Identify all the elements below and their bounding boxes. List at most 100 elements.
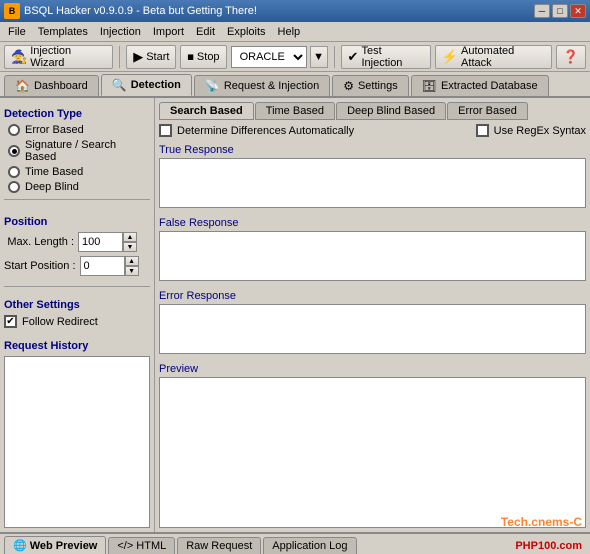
preview-box bbox=[159, 377, 586, 528]
test-injection-button[interactable]: ✔ Test Injection bbox=[341, 45, 431, 69]
error-response-section: Error Response bbox=[159, 290, 586, 357]
determine-diff-item[interactable]: Determine Differences Automatically bbox=[159, 124, 354, 137]
help-button[interactable]: ❓ bbox=[556, 45, 586, 69]
history-box bbox=[4, 356, 150, 528]
minimize-button[interactable]: ─ bbox=[534, 4, 550, 18]
false-response-textarea[interactable] bbox=[159, 231, 586, 281]
start-position-spin: ▲ ▼ bbox=[125, 256, 139, 276]
tab-detection-label: Detection bbox=[131, 79, 181, 91]
use-regex-item[interactable]: Use RegEx Syntax bbox=[476, 124, 586, 137]
menu-injection[interactable]: Injection bbox=[94, 24, 147, 40]
tab-extracted-db[interactable]: 🗄 Extracted Database bbox=[411, 75, 549, 96]
max-length-down[interactable]: ▼ bbox=[123, 242, 137, 252]
max-length-up[interactable]: ▲ bbox=[123, 232, 137, 242]
stop-icon: ⏹ bbox=[187, 49, 194, 65]
radio-deep-label: Deep Blind bbox=[25, 181, 79, 193]
raw-request-label: Raw Request bbox=[186, 540, 252, 552]
start-label: Start bbox=[146, 51, 169, 63]
tab-dashboard-label: Dashboard bbox=[34, 80, 88, 92]
follow-redirect-item[interactable]: ✔ Follow Redirect bbox=[4, 315, 150, 328]
app-icon: B bbox=[4, 3, 20, 19]
follow-redirect-checkbox[interactable]: ✔ bbox=[4, 315, 17, 328]
injection-wizard-label: Injection Wizard bbox=[30, 45, 106, 69]
max-length-label: Max. Length : bbox=[4, 236, 74, 248]
main-tabs: 🏠 Dashboard 🔍 Detection 📡 Request & Inje… bbox=[0, 72, 590, 98]
bottomtab-web-preview[interactable]: 🌐 Web Preview bbox=[4, 536, 106, 554]
html-icon: </> bbox=[117, 540, 133, 552]
radio-time-based[interactable]: Time Based bbox=[8, 166, 150, 178]
subtab-time-based[interactable]: Time Based bbox=[255, 102, 335, 120]
toolbar-separator-1 bbox=[119, 46, 120, 68]
bottomtab-raw-request[interactable]: Raw Request bbox=[177, 537, 261, 554]
true-response-label: True Response bbox=[159, 144, 586, 156]
request-history-title: Request History bbox=[4, 340, 150, 352]
tab-detection[interactable]: 🔍 Detection bbox=[101, 74, 192, 96]
start-position-input[interactable] bbox=[80, 256, 125, 276]
subtab-search-based[interactable]: Search Based bbox=[159, 102, 254, 120]
menu-file[interactable]: File bbox=[2, 24, 32, 40]
close-button[interactable]: ✕ bbox=[570, 4, 586, 18]
automated-attack-button[interactable]: ⚡ Automated Attack bbox=[435, 45, 552, 69]
detection-type-title: Detection Type bbox=[4, 108, 150, 120]
tab-dashboard[interactable]: 🏠 Dashboard bbox=[4, 75, 99, 96]
injection-wizard-icon: 🧙 bbox=[11, 49, 27, 65]
menu-edit[interactable]: Edit bbox=[190, 24, 221, 40]
settings-icon: ⚙ bbox=[343, 79, 354, 93]
left-panel: Detection Type Error Based Signature / S… bbox=[0, 98, 155, 532]
start-button[interactable]: ▶ Start bbox=[126, 45, 176, 69]
bottomtab-html[interactable]: </> HTML bbox=[108, 537, 175, 554]
radio-error-label: Error Based bbox=[25, 124, 84, 136]
menu-bar: File Templates Injection Import Edit Exp… bbox=[0, 22, 590, 42]
use-regex-checkbox[interactable] bbox=[476, 124, 489, 137]
false-response-section: False Response bbox=[159, 217, 586, 284]
web-preview-icon: 🌐 bbox=[13, 539, 27, 552]
true-response-textarea[interactable] bbox=[159, 158, 586, 208]
bottomtab-app-log[interactable]: Application Log bbox=[263, 537, 356, 554]
title-bar-title: BSQL Hacker v0.9.0.9 - Beta but Getting … bbox=[24, 5, 257, 17]
menu-help[interactable]: Help bbox=[272, 24, 307, 40]
web-preview-label: Web Preview bbox=[30, 540, 98, 552]
radio-signature-label: Signature / Search Based bbox=[25, 139, 150, 163]
max-length-spin: ▲ ▼ bbox=[123, 232, 137, 252]
stop-label: Stop bbox=[197, 51, 220, 63]
injection-wizard-button[interactable]: 🧙 Injection Wizard bbox=[4, 45, 113, 69]
history-section: Request History bbox=[4, 334, 150, 528]
tab-request-label: Request & Injection bbox=[224, 80, 319, 92]
start-position-up[interactable]: ▲ bbox=[125, 256, 139, 266]
determine-diff-checkbox[interactable] bbox=[159, 124, 172, 137]
db-dropdown-arrow[interactable]: ▼ bbox=[310, 46, 328, 68]
radio-error-circle bbox=[8, 124, 20, 136]
menu-import[interactable]: Import bbox=[147, 24, 190, 40]
error-response-textarea[interactable] bbox=[159, 304, 586, 354]
radio-error-based[interactable]: Error Based bbox=[8, 124, 150, 136]
menu-exploits[interactable]: Exploits bbox=[221, 24, 272, 40]
start-position-down[interactable]: ▼ bbox=[125, 266, 139, 276]
radio-signature[interactable]: Signature / Search Based bbox=[8, 139, 150, 163]
max-length-input[interactable] bbox=[78, 232, 123, 252]
preview-section: Preview bbox=[159, 363, 586, 528]
radio-deep-blind[interactable]: Deep Blind bbox=[8, 181, 150, 193]
other-settings-title: Other Settings bbox=[4, 299, 150, 311]
tab-request-injection[interactable]: 📡 Request & Injection bbox=[194, 75, 330, 96]
tab-settings[interactable]: ⚙ Settings bbox=[332, 75, 409, 96]
true-response-section: True Response bbox=[159, 144, 586, 211]
divider-2 bbox=[4, 286, 150, 287]
options-row: Determine Differences Automatically Use … bbox=[159, 124, 586, 137]
max-length-row: Max. Length : ▲ ▼ bbox=[4, 232, 150, 252]
start-position-label: Start Position : bbox=[4, 260, 76, 272]
determine-diff-label: Determine Differences Automatically bbox=[177, 125, 354, 137]
db-dropdown[interactable]: ORACLE bbox=[231, 46, 307, 68]
maximize-button[interactable]: □ bbox=[552, 4, 568, 18]
menu-templates[interactable]: Templates bbox=[32, 24, 94, 40]
window-controls: ─ □ ✕ bbox=[534, 4, 586, 18]
false-response-label: False Response bbox=[159, 217, 586, 229]
subtab-deep-blind[interactable]: Deep Blind Based bbox=[336, 102, 446, 120]
automated-attack-icon: ⚡ bbox=[442, 49, 458, 65]
start-position-input-wrap: ▲ ▼ bbox=[80, 256, 139, 276]
tab-extracted-label: Extracted Database bbox=[441, 80, 538, 92]
stop-button[interactable]: ⏹ Stop bbox=[180, 45, 226, 69]
bottom-tabs: 🌐 Web Preview </> HTML Raw Request Appli… bbox=[0, 532, 590, 554]
subtab-error-based[interactable]: Error Based bbox=[447, 102, 528, 120]
radio-deep-circle bbox=[8, 181, 20, 193]
watermark: Tech.cnems-C bbox=[501, 515, 582, 529]
